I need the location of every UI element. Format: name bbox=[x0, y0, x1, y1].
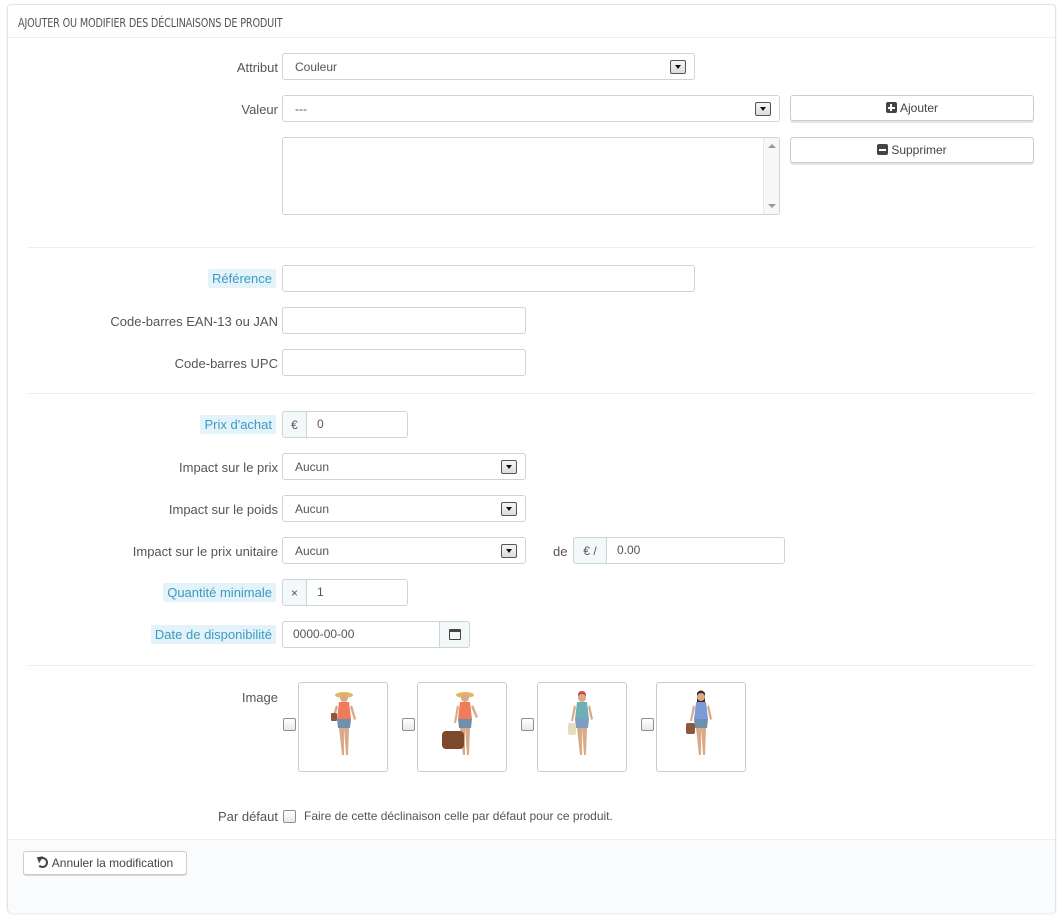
scroll-down-icon[interactable] bbox=[768, 204, 776, 208]
impact-prix-unitaire-value: Aucun bbox=[295, 544, 330, 558]
minus-square-icon bbox=[877, 144, 889, 155]
image-checkbox-1[interactable] bbox=[283, 718, 296, 731]
dropdown-arrow-icon bbox=[755, 102, 771, 116]
calendar-button[interactable] bbox=[439, 621, 470, 648]
prix-achat-input[interactable]: 0 bbox=[306, 411, 408, 438]
valeur-select[interactable]: --- bbox=[282, 95, 780, 122]
upc-input[interactable] bbox=[282, 349, 526, 376]
dropdown-arrow-icon bbox=[670, 60, 686, 74]
woman-orange-top-icon bbox=[331, 692, 356, 755]
attribut-label: Attribut bbox=[236, 60, 278, 75]
undo-icon bbox=[36, 857, 48, 868]
annuler-label: Annuler la modification bbox=[51, 856, 174, 870]
woman-teal-top-icon bbox=[568, 691, 593, 755]
attribut-value: Couleur bbox=[295, 60, 338, 74]
impact-prix-value: Aucun bbox=[295, 460, 330, 474]
reference-input[interactable] bbox=[282, 265, 695, 292]
upc-label: Code-barres UPC bbox=[174, 356, 278, 371]
unit-price-addon: € / bbox=[573, 537, 607, 564]
product-image-1[interactable] bbox=[298, 682, 388, 772]
image-checkbox-3[interactable] bbox=[521, 718, 534, 731]
par-defaut-text: Faire de cette déclinaison celle par déf… bbox=[304, 809, 613, 823]
attribut-select[interactable]: Couleur bbox=[282, 53, 695, 80]
image-label: Image bbox=[241, 690, 278, 705]
impact-prix-unitaire-select[interactable]: Aucun bbox=[282, 537, 526, 564]
par-defaut-label: Par défaut bbox=[218, 809, 278, 824]
dropdown-arrow-icon bbox=[501, 502, 517, 516]
prix-achat-label: Prix d'achat bbox=[200, 415, 276, 434]
panel-footer: Annuler la modification bbox=[8, 839, 1055, 913]
panel-title: AJOUTER OU MODIFIER DES DÉCLINAISONS DE … bbox=[8, 5, 1055, 38]
ajouter-button[interactable]: Ajouter bbox=[790, 95, 1034, 121]
multiply-addon: × bbox=[282, 579, 307, 606]
plus-square-icon bbox=[885, 102, 897, 113]
supprimer-button[interactable]: Supprimer bbox=[790, 137, 1034, 163]
valeur-label: Valeur bbox=[241, 102, 278, 117]
date-dispo-label: Date de disponibilité bbox=[150, 625, 276, 644]
ajouter-label: Ajouter bbox=[899, 101, 939, 115]
valeur-listbox[interactable] bbox=[282, 137, 780, 215]
valeur-value: --- bbox=[295, 102, 307, 116]
dropdown-arrow-icon bbox=[501, 544, 517, 558]
de-label: de bbox=[553, 544, 568, 559]
listbox-scrollbar[interactable] bbox=[763, 138, 779, 214]
woman-with-bag-icon bbox=[442, 692, 478, 755]
image-checkbox-4[interactable] bbox=[641, 718, 654, 731]
product-image-4[interactable] bbox=[656, 682, 746, 772]
impact-poids-value: Aucun bbox=[295, 502, 330, 516]
product-image-2[interactable] bbox=[417, 682, 507, 772]
supprimer-label: Supprimer bbox=[891, 143, 947, 157]
dropdown-arrow-icon bbox=[501, 460, 517, 474]
combination-panel: AJOUTER OU MODIFIER DES DÉCLINAISONS DE … bbox=[7, 4, 1056, 913]
date-dispo-input[interactable]: 0000-00-00 bbox=[282, 621, 440, 648]
par-defaut-checkbox[interactable] bbox=[283, 810, 296, 823]
impact-prix-label: Impact sur le prix bbox=[179, 460, 278, 475]
woman-blue-top-icon bbox=[686, 690, 712, 755]
quantite-minimale-input[interactable]: 1 bbox=[306, 579, 408, 606]
calendar-icon bbox=[448, 629, 461, 640]
divider bbox=[28, 665, 1034, 666]
impact-poids-label: Impact sur le poids bbox=[168, 502, 278, 517]
quantite-minimale-label: Quantité minimale bbox=[163, 583, 276, 602]
annuler-button[interactable]: Annuler la modification bbox=[23, 851, 187, 875]
divider bbox=[28, 393, 1034, 394]
ean13-label: Code-barres EAN-13 ou JAN bbox=[110, 314, 278, 329]
ean13-input[interactable] bbox=[282, 307, 526, 334]
divider bbox=[28, 247, 1034, 248]
unit-price-input[interactable]: 0.00 bbox=[606, 537, 785, 564]
impact-poids-select[interactable]: Aucun bbox=[282, 495, 526, 522]
impact-prix-select[interactable]: Aucun bbox=[282, 453, 526, 480]
image-checkbox-2[interactable] bbox=[402, 718, 415, 731]
reference-label: Référence bbox=[208, 269, 276, 288]
scroll-up-icon[interactable] bbox=[768, 144, 776, 148]
currency-addon: € bbox=[282, 411, 307, 438]
product-image-3[interactable] bbox=[537, 682, 627, 772]
impact-prix-unitaire-label: Impact sur le prix unitaire bbox=[132, 544, 278, 559]
